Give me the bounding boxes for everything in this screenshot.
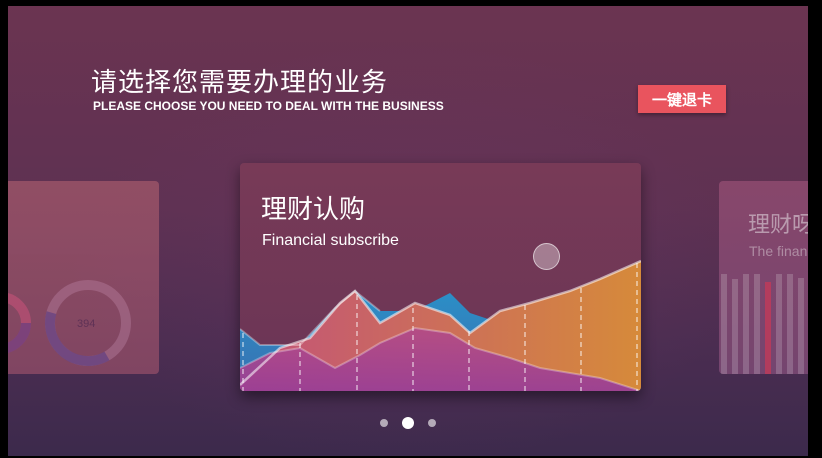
service-card-financial-subscribe[interactable]: 理财认购 Financial subscribe <box>240 163 641 391</box>
decorative-bar <box>787 274 793 374</box>
donut-value-label: 394 <box>77 318 96 330</box>
screen: 请选择您需要办理的业务 PLEASE CHOOSE YOU NEED TO DE… <box>8 6 808 456</box>
donut-chart-graphic <box>8 280 131 366</box>
decorative-bar <box>732 279 738 374</box>
pager-dot-2-active[interactable] <box>402 417 414 429</box>
page-subtitle: PLEASE CHOOSE YOU NEED TO DEAL WITH THE … <box>93 99 444 113</box>
bar-chart-graphic <box>721 274 804 374</box>
decorative-bar <box>776 274 782 374</box>
card-subtitle: Financial subscribe <box>262 232 399 249</box>
decorative-bar <box>754 274 760 374</box>
card-title: 理财认购 <box>261 195 366 225</box>
decorative-bubble <box>533 243 560 270</box>
eject-card-button[interactable]: 一键退卡 <box>638 85 726 113</box>
pager-dot-3[interactable] <box>428 419 436 427</box>
decorative-bar <box>721 274 727 374</box>
pager-dot-1[interactable] <box>380 419 388 427</box>
service-card-next[interactable]: 理财呀 The finan <box>719 181 808 374</box>
decorative-bar <box>798 278 804 374</box>
page-title: 请选择您需要办理的业务 <box>91 68 389 98</box>
decorative-bar <box>765 282 771 374</box>
carousel-pager <box>8 416 808 430</box>
decorative-bar <box>743 274 749 374</box>
service-card-previous[interactable]: 394 <box>8 181 159 374</box>
